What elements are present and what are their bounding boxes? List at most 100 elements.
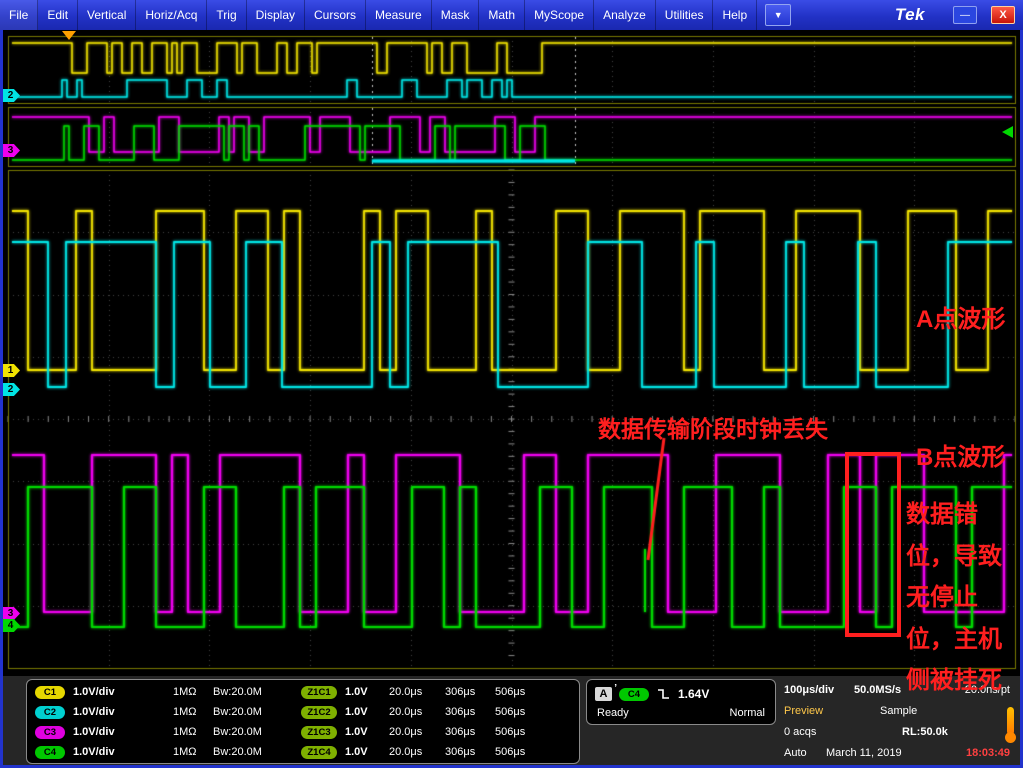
sample-rate: 50.0MS/s — [854, 684, 901, 696]
channel-bandwidth: Bw:20.0M — [213, 686, 301, 698]
annotation-side-note: 数据错 位，导致 无停止 位，主机 侧被挂死 — [906, 494, 1002, 702]
channel-impedance: 1MΩ — [173, 706, 213, 718]
window-edge — [0, 30, 3, 765]
zoom-scale[interactable]: 1.0V — [345, 686, 389, 698]
trigger-status: Ready Normal — [595, 707, 767, 719]
falling-edge-icon — [656, 687, 671, 701]
annotation-point-b-label: B点波形 — [916, 437, 1005, 472]
channel-scale[interactable]: 1.0V/div — [73, 746, 145, 758]
acq-preview-state: Preview — [784, 705, 854, 717]
status-bar: C1 1.0V/div 1MΩ Bw:20.0M Z1C1 1.0V 20.0μ… — [0, 676, 1023, 768]
menu-cursors[interactable]: Cursors — [305, 0, 366, 30]
zoom-scale[interactable]: 1.0V — [345, 726, 389, 738]
annotation-side-line: 无停止 — [906, 577, 1002, 619]
channel-row-c3: C3 1.0V/div 1MΩ Bw:20.0M Z1C3 1.0V 20.0μ… — [35, 722, 571, 742]
trigger-mode[interactable]: Normal — [730, 707, 765, 719]
trigger-panel: A ’ C4 1.64V Ready Normal — [586, 679, 776, 725]
channel-badge-c4[interactable]: C4 — [35, 746, 65, 759]
annotation-side-line: 侧被挂死 — [906, 660, 1002, 702]
channel-badge-c3[interactable]: C3 — [35, 726, 65, 739]
menu-math[interactable]: Math — [479, 0, 525, 30]
zoom-scale[interactable]: 1.0V — [345, 746, 389, 758]
channel-impedance: 1MΩ — [173, 746, 213, 758]
channel-impedance: 1MΩ — [173, 686, 213, 698]
annotation-error-box — [845, 452, 901, 637]
menu-display[interactable]: Display — [247, 0, 305, 30]
menu-analyze[interactable]: Analyze — [594, 0, 656, 30]
zoom-timebase: 20.0μs — [389, 746, 445, 758]
acq-mode[interactable]: Sample — [880, 705, 917, 717]
waveform-display[interactable] — [0, 0, 1023, 768]
zoom-badge-z1c1[interactable]: Z1C1 — [301, 686, 337, 699]
zoom-span: 506μs — [495, 706, 545, 718]
close-button[interactable]: X — [991, 6, 1015, 24]
menu-utilities[interactable]: Utilities — [656, 0, 714, 30]
trigger-a-label: A — [600, 688, 608, 700]
date-display: March 11, 2019 — [826, 747, 902, 759]
menu-help[interactable]: Help — [713, 0, 757, 30]
annotation-side-line: 数据错 — [906, 494, 1002, 536]
annotation-side-line: 位，主机 — [906, 619, 1002, 661]
channel-impedance: 1MΩ — [173, 726, 213, 738]
menu-vertical[interactable]: Vertical — [78, 0, 136, 30]
record-length[interactable]: RL:50.0k — [902, 726, 948, 738]
zoom-timebase: 20.0μs — [389, 726, 445, 738]
channel-bandwidth: Bw:20.0M — [213, 746, 301, 758]
zoom-badge-z1c2[interactable]: Z1C2 — [301, 706, 337, 719]
menu-mask[interactable]: Mask — [432, 0, 480, 30]
menu-myscope[interactable]: MyScope — [525, 0, 594, 30]
channel-row-c4: C4 1.0V/div 1MΩ Bw:20.0M Z1C4 1.0V 20.0μ… — [35, 742, 571, 762]
tek-logo: Tek — [895, 5, 925, 25]
channel-scale[interactable]: 1.0V/div — [73, 686, 145, 698]
timebase-scale[interactable]: 100μs/div — [784, 684, 854, 696]
trigger-level[interactable]: 1.64V — [678, 687, 709, 701]
zoom-position: 306μs — [445, 706, 495, 718]
channel-badge-c2[interactable]: C2 — [35, 706, 65, 719]
zoom-timebase: 20.0μs — [389, 706, 445, 718]
window-controls: Tek — X — [895, 5, 1015, 25]
temperature-icon — [1007, 707, 1014, 735]
annotation-point-a-label: A点波形 — [916, 299, 1005, 334]
annotation-clock-lost-label: 数据传输阶段时钟丢失 — [598, 410, 828, 444]
acq-count: 0 acqs — [784, 726, 854, 738]
oscilloscope-app: File Edit Vertical Horiz/Acq Trig Displa… — [0, 0, 1023, 768]
zoom-position: 306μs — [445, 746, 495, 758]
trigger-source-badge[interactable]: C4 — [619, 688, 649, 701]
menu-bar: File Edit Vertical Horiz/Acq Trig Displa… — [0, 0, 1023, 30]
channel-scale[interactable]: 1.0V/div — [73, 726, 145, 738]
zoom-position: 306μs — [445, 686, 495, 698]
zoom-scale[interactable]: 1.0V — [345, 706, 389, 718]
minimize-button[interactable]: — — [953, 6, 977, 24]
trigger-mark: ’ — [614, 683, 617, 694]
trigger-a-badge[interactable]: A ’ — [595, 687, 612, 701]
reference-marker-icon[interactable] — [1002, 126, 1013, 138]
menu-horiz-acq[interactable]: Horiz/Acq — [136, 0, 207, 30]
time-display: 18:03:49 — [966, 747, 1010, 759]
trigger-state: Ready — [597, 707, 629, 719]
zoom-span: 506μs — [495, 746, 545, 758]
zoom-badge-z1c4[interactable]: Z1C4 — [301, 746, 337, 759]
zoom-timebase: 20.0μs — [389, 686, 445, 698]
menu-trig[interactable]: Trig — [207, 0, 246, 30]
channel-readout-panel: C1 1.0V/div 1MΩ Bw:20.0M Z1C1 1.0V 20.0μ… — [26, 679, 580, 764]
zoom-span: 506μs — [495, 686, 545, 698]
close-icon: X — [999, 9, 1006, 21]
zoom-span: 506μs — [495, 726, 545, 738]
zoom-badge-z1c3[interactable]: Z1C3 — [301, 726, 337, 739]
trigger-position-icon[interactable] — [62, 31, 76, 40]
chevron-down-icon: ▼ — [774, 10, 783, 20]
menu-edit[interactable]: Edit — [38, 0, 78, 30]
channel-badge-c1[interactable]: C1 — [35, 686, 65, 699]
minimize-icon: — — [960, 10, 970, 21]
channel-row-c1: C1 1.0V/div 1MΩ Bw:20.0M Z1C1 1.0V 20.0μ… — [35, 682, 571, 702]
channel-bandwidth: Bw:20.0M — [213, 726, 301, 738]
menu-measure[interactable]: Measure — [366, 0, 432, 30]
channel-row-c2: C2 1.0V/div 1MΩ Bw:20.0M Z1C2 1.0V 20.0μ… — [35, 702, 571, 722]
trigger-settings: A ’ C4 1.64V — [595, 684, 767, 704]
channel-bandwidth: Bw:20.0M — [213, 706, 301, 718]
channel-scale[interactable]: 1.0V/div — [73, 706, 145, 718]
menu-file[interactable]: File — [0, 0, 38, 30]
menu-dropdown-button[interactable]: ▼ — [765, 4, 791, 26]
zoom-position: 306μs — [445, 726, 495, 738]
trigger-auto-mode[interactable]: Auto — [784, 747, 826, 759]
